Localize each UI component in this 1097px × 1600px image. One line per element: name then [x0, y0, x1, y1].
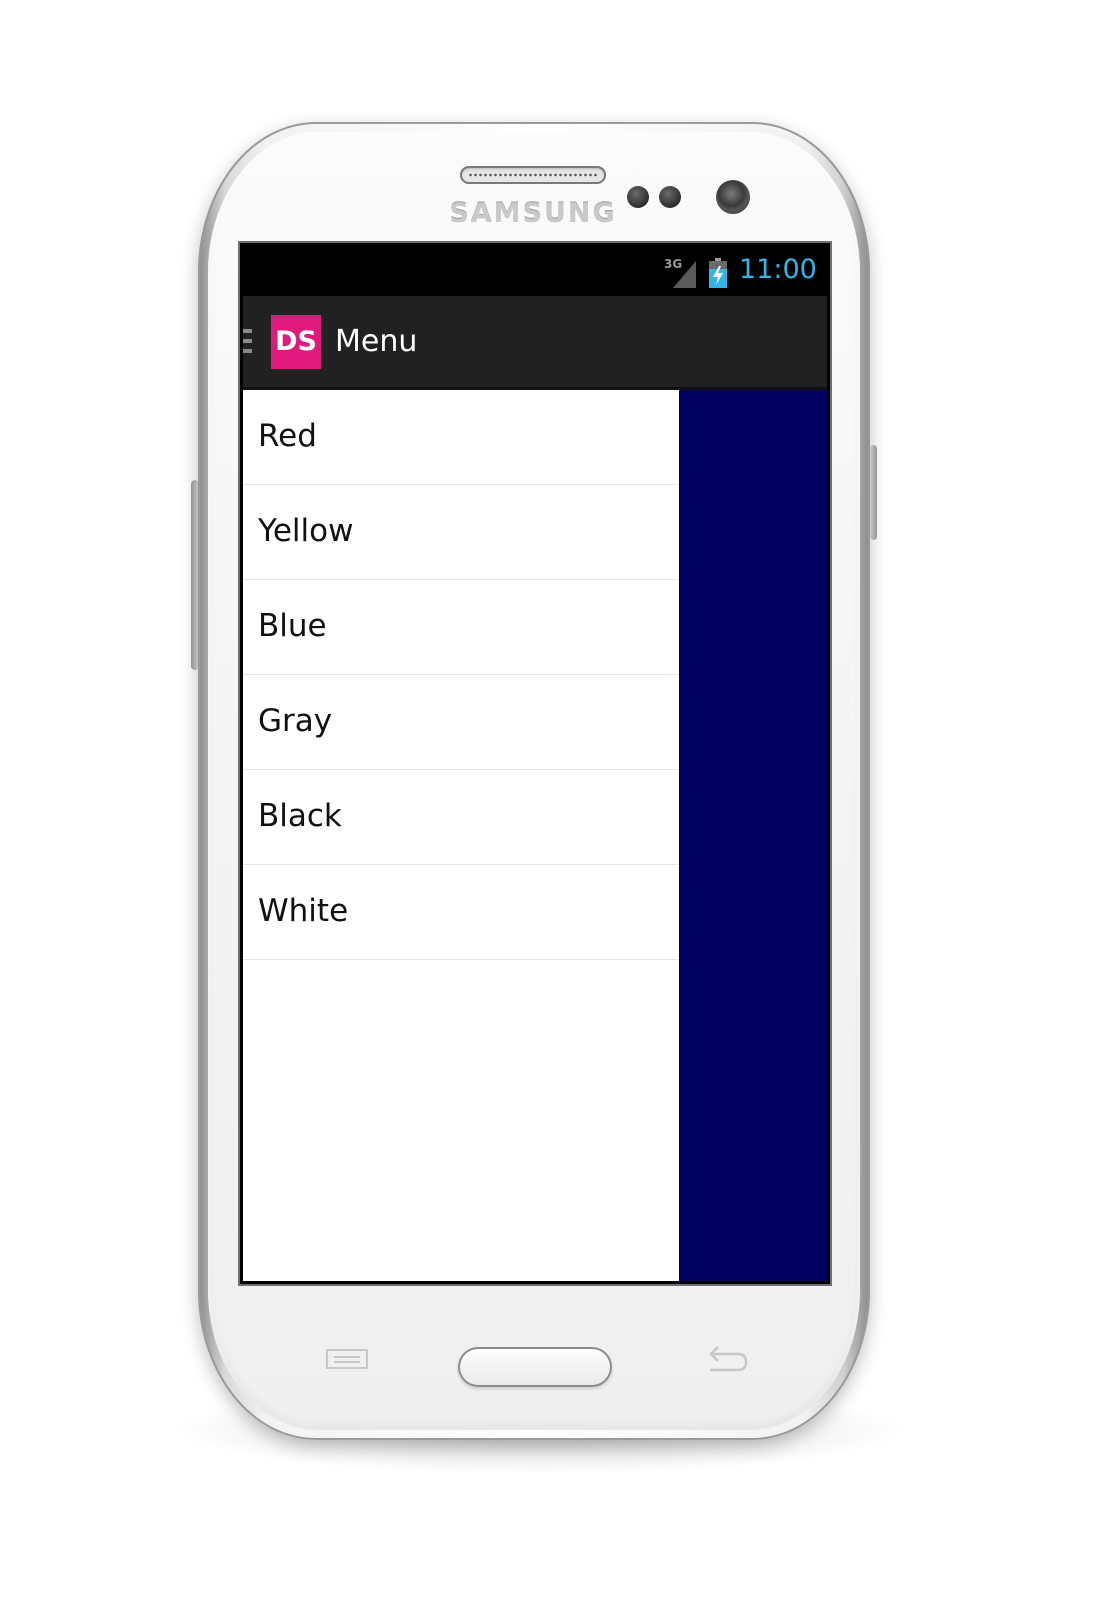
drawer-item-black[interactable]: Black — [243, 770, 679, 865]
power-key — [870, 445, 877, 540]
status-clock: 11:00 — [739, 254, 817, 285]
drawer-item-blue[interactable]: Blue — [243, 580, 679, 675]
status-bar: 3G 11:00 — [243, 246, 827, 296]
drawer-item-label: Blue — [258, 608, 327, 644]
screen: 3G 11:00 DS Menu Red Yellow Blue Gray Bl… — [240, 243, 830, 1284]
drawer-toggle-icon[interactable] — [243, 329, 253, 357]
app-logo[interactable]: DS — [271, 315, 321, 369]
drawer-item-gray[interactable]: Gray — [243, 675, 679, 770]
front-camera — [716, 180, 750, 214]
signal-icon — [673, 261, 696, 288]
device-mockup: SAMSUNG 3G 11:00 DS Menu Red Yellow Blue… — [0, 0, 1097, 1600]
drawer-item-label: Red — [258, 418, 317, 454]
light-sensor — [659, 186, 681, 208]
battery-charging-icon — [709, 258, 727, 288]
brand-logo: SAMSUNG — [449, 198, 617, 229]
content-area: Red Yellow Blue Gray Black White — [243, 390, 827, 1281]
navigation-drawer: Red Yellow Blue Gray Black White — [243, 390, 679, 1281]
drawer-item-label: Gray — [258, 703, 333, 739]
menu-key-icon[interactable] — [326, 1349, 368, 1369]
drawer-item-red[interactable]: Red — [243, 390, 679, 485]
drawer-item-label: Black — [258, 798, 342, 834]
drawer-item-white[interactable]: White — [243, 865, 679, 960]
main-color-panel[interactable] — [679, 390, 827, 1281]
page-title[interactable]: Menu — [335, 324, 417, 359]
home-button[interactable] — [458, 1347, 612, 1387]
back-key-icon[interactable] — [704, 1344, 748, 1372]
proximity-sensor — [627, 186, 649, 208]
earpiece-speaker — [460, 166, 606, 184]
drawer-item-label: Yellow — [258, 513, 354, 549]
action-bar: DS Menu — [243, 296, 827, 390]
drawer-item-yellow[interactable]: Yellow — [243, 485, 679, 580]
drawer-item-label: White — [258, 893, 349, 929]
